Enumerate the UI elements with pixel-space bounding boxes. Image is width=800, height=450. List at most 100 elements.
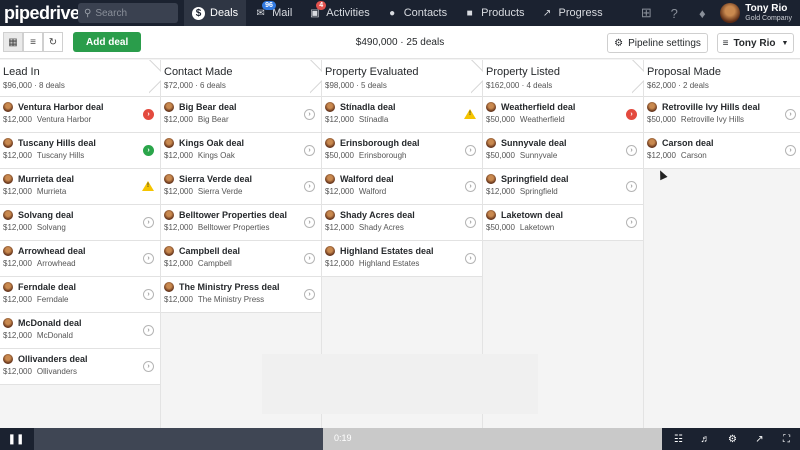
deal-value: $12,000 (3, 259, 32, 268)
trend-icon: ↗ (542, 7, 552, 19)
deal-card[interactable]: Solvang deal $12,000 Solvang › (0, 205, 160, 241)
owner-avatar (164, 210, 174, 220)
warning-icon[interactable]: ! (464, 109, 476, 119)
deal-card[interactable]: Laketown deal $50,000 Laketown › (483, 205, 643, 241)
plus-icon[interactable]: ⊞ (632, 0, 660, 26)
deal-card[interactable]: Belltower Properties deal $12,000 Belltowe… (161, 205, 321, 241)
deal-title-row: Ferndale deal (3, 282, 160, 292)
deal-card[interactable]: Walford deal $12,000 Walford › (322, 169, 482, 205)
deal-title-row: Campbell deal (164, 246, 321, 256)
deal-card[interactable]: Sierra Verde deal $12,000 Sierra Verde › (161, 169, 321, 205)
deal-title: Carson deal (662, 138, 714, 148)
deal-card[interactable]: Shady Acres deal $12,000 Shady Acres › (322, 205, 482, 241)
deal-card[interactable]: Ollivanders deal $12,000 Ollivanders › (0, 349, 160, 385)
owner-filter-select[interactable]: ≡ Tony Rio ▼ (717, 33, 794, 53)
schedule-activity-icon[interactable]: › (465, 145, 476, 156)
deal-card[interactable]: Ventura Harbor deal $12,000 Ventura Harbor… (0, 97, 160, 133)
avatar (720, 3, 741, 23)
filter-icon: ≡ (722, 37, 729, 49)
nav-mail[interactable]: ✉ 96 Mail (246, 0, 300, 26)
schedule-activity-icon[interactable]: › (304, 145, 315, 156)
deal-title-row: Kings Oak deal (164, 138, 321, 148)
owner-avatar (486, 174, 496, 184)
pipeline-settings-button[interactable]: ⚙ Pipeline settings (607, 33, 708, 53)
share-icon[interactable]: ↗ (746, 428, 773, 450)
settings-icon[interactable]: ⚙ (719, 428, 746, 450)
schedule-activity-icon[interactable]: › (785, 145, 796, 156)
schedule-activity-icon[interactable]: › (143, 325, 154, 336)
deal-title-row: Big Bear deal (164, 102, 321, 112)
schedule-activity-icon[interactable]: › (304, 109, 315, 120)
schedule-activity-icon[interactable]: › (304, 217, 315, 228)
schedule-activity-icon[interactable]: › (304, 181, 315, 192)
owner-avatar (3, 138, 13, 148)
owner-avatar (3, 174, 13, 184)
video-progress-track[interactable]: 0:19 (34, 428, 662, 450)
deal-card[interactable]: Springfield deal $12,000 Springfield › (483, 169, 643, 205)
deal-card[interactable]: Arrowhead deal $12,000 Arrowhead › (0, 241, 160, 277)
schedule-activity-icon[interactable]: › (626, 217, 637, 228)
deal-title: Arrowhead deal (18, 246, 86, 256)
schedule-activity-icon[interactable]: › (465, 181, 476, 192)
help-icon[interactable]: ? (660, 0, 688, 26)
nav-contacts[interactable]: ● Contacts (378, 0, 455, 26)
schedule-activity-icon[interactable]: › (304, 253, 315, 264)
video-progress-fill (34, 428, 323, 450)
deal-value: $12,000 (3, 223, 32, 232)
deal-card[interactable]: Kings Oak deal $12,000 Kings Oak › (161, 133, 321, 169)
deal-card[interactable]: Erinsborough deal $50,000 Erinsborough › (322, 133, 482, 169)
deal-title: Campbell deal (179, 246, 241, 256)
forecast-view-icon[interactable]: ↻ (43, 32, 63, 52)
nav-deals[interactable]: $ Deals (184, 0, 247, 26)
pipedrive-logo[interactable]: pipedrive (0, 3, 80, 24)
schedule-activity-icon[interactable]: › (143, 289, 154, 300)
schedule-activity-icon[interactable]: › (785, 109, 796, 120)
deal-card[interactable]: Murrieta deal $12,000 Murrieta! (0, 169, 160, 205)
list-view-icon[interactable]: ≡ (23, 32, 43, 52)
deal-card[interactable]: Ferndale deal $12,000 Ferndale › (0, 277, 160, 313)
schedule-activity-icon[interactable]: › (143, 253, 154, 264)
fullscreen-icon[interactable]: ⛶ (773, 428, 800, 450)
pause-icon[interactable]: ❚❚ (0, 428, 32, 450)
deal-card[interactable]: The Ministry Press deal $12,000 The Minist… (161, 277, 321, 313)
schedule-activity-icon[interactable]: › (304, 289, 315, 300)
deal-details: $12,000 Stínadla (325, 115, 482, 124)
schedule-activity-icon[interactable]: › (465, 253, 476, 264)
nav-products[interactable]: ■ Products (455, 0, 532, 26)
deal-details: $12,000 Campbell (164, 259, 321, 268)
deal-card[interactable]: McDonald deal $12,000 McDonald › (0, 313, 160, 349)
overdue-activity-icon[interactable]: › (626, 109, 637, 120)
deal-card[interactable]: Weatherfield deal $50,000 Weatherfield › (483, 97, 643, 133)
deal-card[interactable]: Stínadla deal $12,000 Stínadla! (322, 97, 482, 133)
add-deal-button[interactable]: Add deal (73, 32, 142, 52)
user-menu[interactable]: Tony Rio Gold Company (716, 3, 800, 23)
deal-card[interactable]: Retroville Ivy Hills deal $50,000 Retrovil… (644, 97, 800, 133)
bell-icon[interactable]: ♦ (688, 0, 716, 26)
pipeline-view-icon[interactable]: ▦ (3, 32, 23, 52)
search-input[interactable] (95, 7, 174, 19)
nav-progress[interactable]: ↗ Progress (533, 0, 611, 26)
schedule-activity-icon[interactable]: › (143, 217, 154, 228)
schedule-activity-icon[interactable]: › (626, 181, 637, 192)
deal-title: Tuscany Hills deal (18, 138, 96, 148)
deal-card[interactable]: Tuscany Hills deal $12,000 Tuscany Hills › (0, 133, 160, 169)
stage-summary: $96,000 · 8 deals (3, 81, 65, 90)
overdue-activity-icon[interactable]: › (143, 109, 154, 120)
deal-card[interactable]: Campbell deal $12,000 Campbell › (161, 241, 321, 277)
schedule-activity-icon[interactable]: › (626, 145, 637, 156)
captions-icon[interactable]: ☷ (665, 428, 692, 450)
nav-activities[interactable]: ▣ 4 Activities (300, 0, 377, 26)
schedule-activity-icon[interactable]: › (143, 361, 154, 372)
deal-card[interactable]: Carson deal $12,000 Carson › (644, 133, 800, 169)
deal-organization: The Ministry Press (197, 295, 265, 304)
warning-icon[interactable]: ! (142, 181, 154, 191)
schedule-activity-icon[interactable]: › (465, 217, 476, 228)
deal-card[interactable]: Sunnyvale deal $50,000 Sunnyvale › (483, 133, 643, 169)
deal-value: $12,000 (164, 223, 193, 232)
owner-avatar (325, 246, 335, 256)
volume-icon[interactable]: ♬ (692, 428, 719, 450)
deal-card[interactable]: Big Bear deal $12,000 Big Bear › (161, 97, 321, 133)
planned-activity-icon[interactable]: › (143, 145, 154, 156)
deal-card[interactable]: Highland Estates deal $12,000 Highland Est… (322, 241, 482, 277)
search-box[interactable]: ⚲ (78, 3, 178, 23)
